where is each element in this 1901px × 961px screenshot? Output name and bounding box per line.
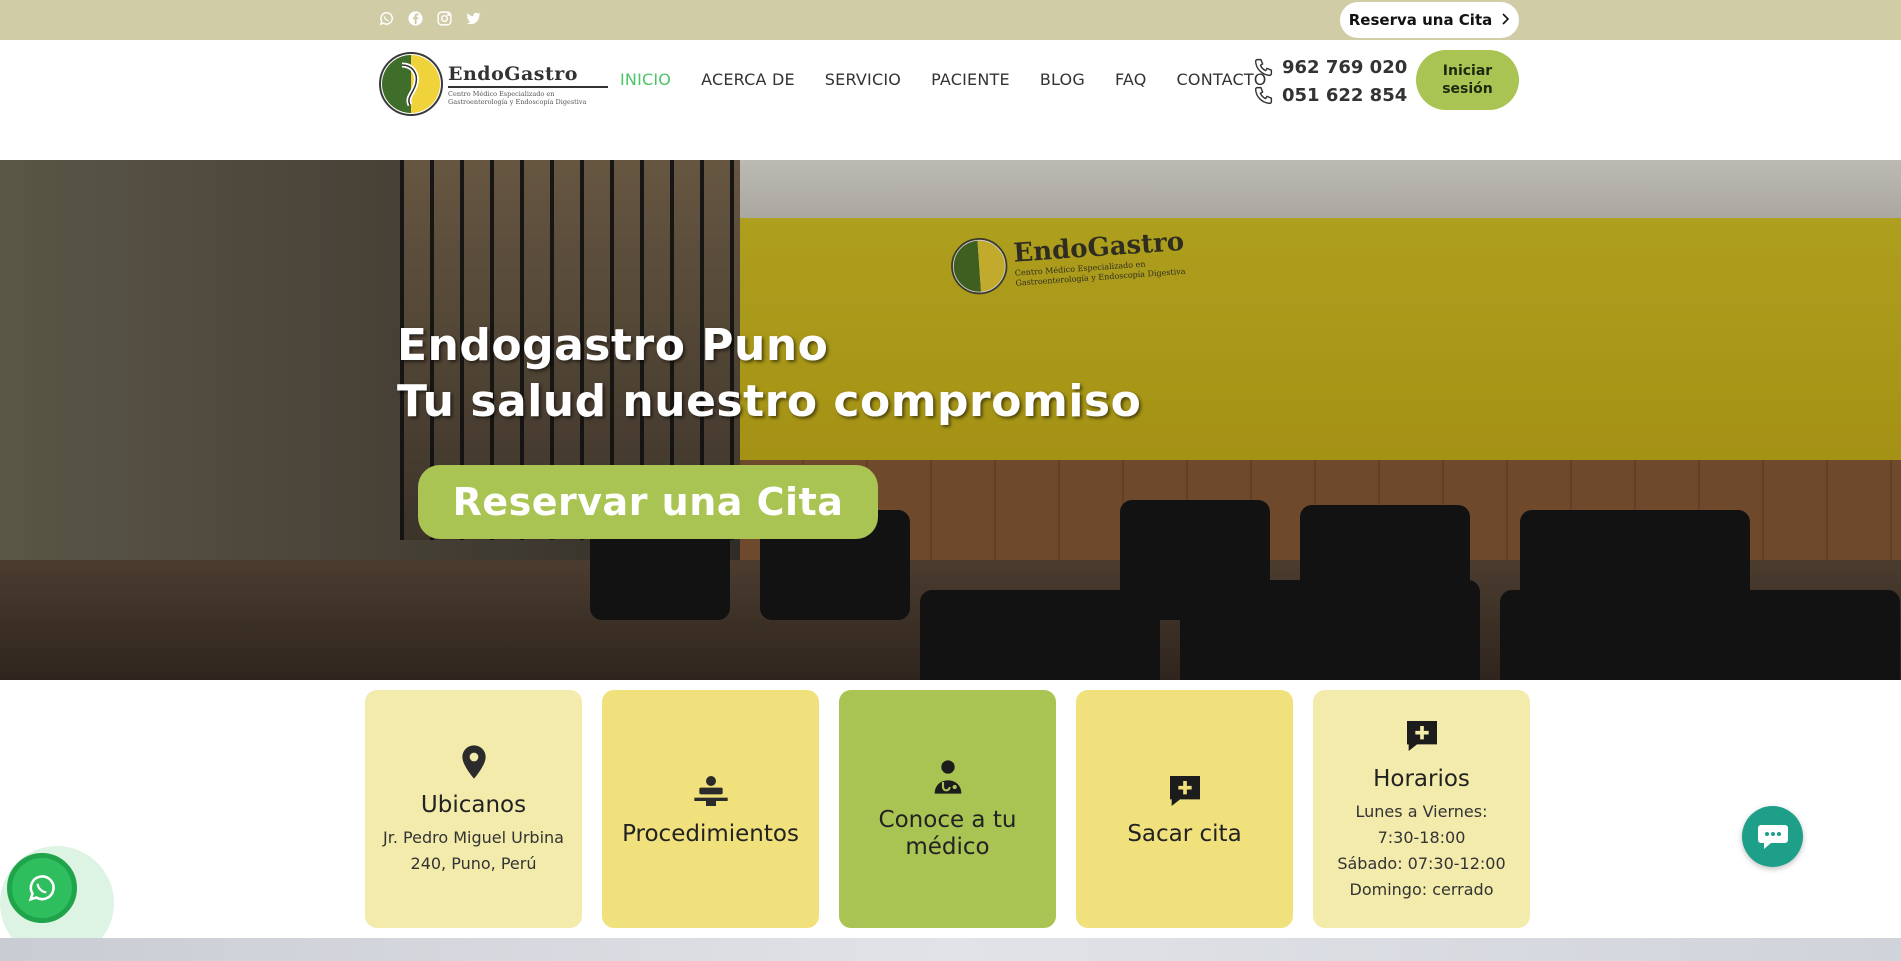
hours-line: Domingo: cerrado bbox=[1349, 879, 1494, 899]
nav-item-inicio[interactable]: INICIO bbox=[620, 70, 671, 89]
whatsapp-float-button[interactable] bbox=[7, 853, 77, 923]
location-pin-icon bbox=[461, 744, 486, 779]
card-doctor[interactable]: Conoce a tu médico bbox=[839, 690, 1056, 928]
hero-title: Endogastro Puno Tu salud nuestro comprom… bbox=[397, 318, 1141, 430]
nav-item-faq[interactable]: FAQ bbox=[1115, 70, 1147, 89]
feature-cards: Ubicanos Jr. Pedro Miguel Urbina 240, Pu… bbox=[365, 690, 1530, 928]
nav-item-paciente[interactable]: PACIENTE bbox=[931, 70, 1010, 89]
card-title: Sacar cita bbox=[1127, 820, 1242, 847]
hero-banner: EndoGastro Centro Médico Especializado e… bbox=[0, 160, 1901, 680]
reserve-top-button[interactable]: Reserva una Cita bbox=[1340, 2, 1519, 38]
site-logo[interactable]: EndoGastro Centro Médico Especializado e… bbox=[378, 46, 608, 122]
hero-title-line1: Endogastro Puno bbox=[397, 320, 829, 371]
social-links bbox=[377, 9, 483, 28]
whatsapp-icon[interactable] bbox=[377, 9, 396, 28]
phone-link-1[interactable]: 962 769 020 bbox=[1253, 53, 1407, 81]
phone-icon bbox=[1254, 86, 1273, 104]
nav-item-acerca-de[interactable]: ACERCA DE bbox=[701, 70, 795, 89]
chat-bubble-icon bbox=[1757, 824, 1788, 849]
main-nav: INICIO ACERCA DE SERVICIO PACIENTE BLOG … bbox=[620, 70, 1267, 89]
next-section-edge bbox=[0, 938, 1901, 961]
whatsapp-icon bbox=[28, 875, 55, 902]
hours-line: 7:30-18:00 bbox=[1377, 827, 1466, 847]
doctor-icon bbox=[934, 760, 961, 794]
reserve-top-label: Reserva una Cita bbox=[1348, 11, 1493, 29]
card-location[interactable]: Ubicanos Jr. Pedro Miguel Urbina 240, Pu… bbox=[365, 690, 582, 928]
card-appointment[interactable]: Sacar cita bbox=[1076, 690, 1293, 928]
hours-line: Sábado: 07:30-12:00 bbox=[1337, 853, 1506, 873]
reserve-appointment-button[interactable]: Reservar una Cita bbox=[418, 465, 878, 539]
logo-mark-icon bbox=[379, 52, 443, 116]
phone-icon bbox=[1254, 58, 1273, 76]
facebook-icon[interactable] bbox=[406, 9, 425, 28]
phone-link-2[interactable]: 051 622 854 bbox=[1253, 81, 1407, 109]
medical-chat-icon bbox=[1169, 775, 1200, 806]
card-title: Conoce a tu médico bbox=[878, 807, 1017, 860]
card-hours[interactable]: Horarios Lunes a Viernes: 7:30-18:00 Sáb… bbox=[1313, 690, 1530, 928]
card-title: Procedimientos bbox=[622, 820, 799, 847]
chevron-right-icon bbox=[1500, 11, 1510, 29]
twitter-icon[interactable] bbox=[464, 9, 483, 28]
site-header: EndoGastro Centro Médico Especializado e… bbox=[0, 40, 1901, 160]
logo-subtitle: Centro Médico Especializado en Gastroent… bbox=[448, 89, 587, 106]
card-address: Jr. Pedro Miguel Urbina 240, Puno, Perú bbox=[383, 827, 564, 873]
card-title: Horarios bbox=[1373, 765, 1470, 792]
hours-list: Lunes a Viernes: 7:30-18:00 Sábado: 07:3… bbox=[1337, 799, 1505, 903]
phone-list: 962 769 020 051 622 854 bbox=[1253, 53, 1407, 109]
logo-name: EndoGastro bbox=[448, 63, 608, 88]
phone-number-1: 962 769 020 bbox=[1282, 56, 1408, 78]
login-button[interactable]: Iniciar sesión bbox=[1416, 50, 1519, 110]
nav-item-servicio[interactable]: SERVICIO bbox=[825, 70, 901, 89]
chat-float-button[interactable] bbox=[1742, 806, 1803, 867]
card-title: Ubicanos bbox=[420, 791, 527, 818]
phone-number-2: 051 622 854 bbox=[1282, 84, 1408, 106]
procedure-icon bbox=[693, 775, 728, 806]
hours-line: Lunes a Viernes: bbox=[1355, 801, 1488, 821]
card-procedures[interactable]: Procedimientos bbox=[602, 690, 819, 928]
hero-title-line2: Tu salud nuestro compromiso bbox=[397, 376, 1142, 427]
nav-item-blog[interactable]: BLOG bbox=[1040, 70, 1085, 89]
medical-chat-icon bbox=[1406, 720, 1437, 751]
instagram-icon[interactable] bbox=[435, 9, 454, 28]
top-bar: Reserva una Cita bbox=[0, 0, 1901, 40]
